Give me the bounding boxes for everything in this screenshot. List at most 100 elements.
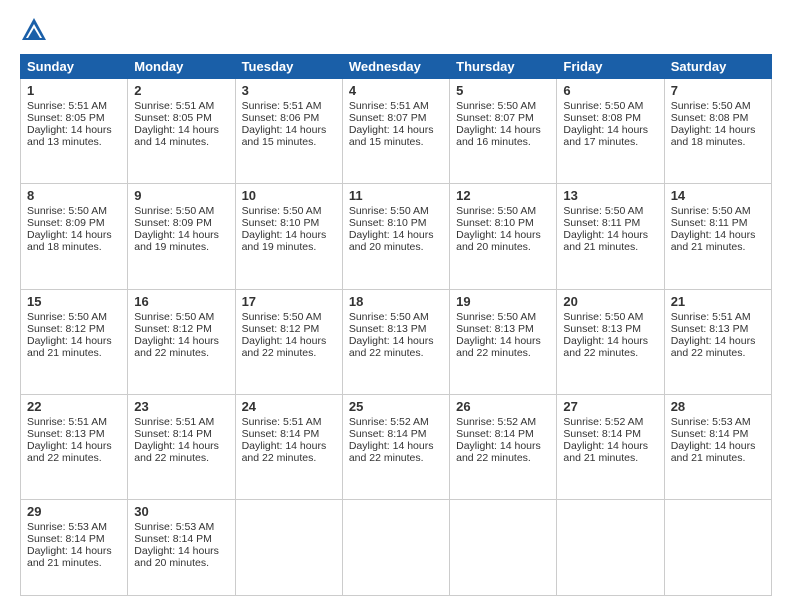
day-info: Daylight: 14 hours xyxy=(27,440,121,452)
logo xyxy=(20,16,52,44)
day-info: Sunset: 8:13 PM xyxy=(349,323,443,335)
day-info: Sunset: 8:06 PM xyxy=(242,112,336,124)
weekday-header: Wednesday xyxy=(342,55,449,79)
day-number: 19 xyxy=(456,294,550,309)
day-info: and 18 minutes. xyxy=(671,136,765,148)
day-number: 27 xyxy=(563,399,657,414)
day-info: and 15 minutes. xyxy=(242,136,336,148)
day-info: and 22 minutes. xyxy=(242,347,336,359)
calendar-cell: 9Sunrise: 5:50 AMSunset: 8:09 PMDaylight… xyxy=(128,184,235,289)
day-info: Sunset: 8:11 PM xyxy=(671,217,765,229)
day-info: Daylight: 14 hours xyxy=(134,124,228,136)
day-info: Sunrise: 5:50 AM xyxy=(671,205,765,217)
day-info: Sunset: 8:14 PM xyxy=(134,533,228,545)
weekday-header: Sunday xyxy=(21,55,128,79)
day-info: Daylight: 14 hours xyxy=(349,124,443,136)
weekday-header: Saturday xyxy=(664,55,771,79)
day-number: 5 xyxy=(456,83,550,98)
day-number: 22 xyxy=(27,399,121,414)
calendar-cell: 29Sunrise: 5:53 AMSunset: 8:14 PMDayligh… xyxy=(21,500,128,596)
day-info: Daylight: 14 hours xyxy=(456,335,550,347)
calendar-cell: 4Sunrise: 5:51 AMSunset: 8:07 PMDaylight… xyxy=(342,79,449,184)
day-info: Sunrise: 5:50 AM xyxy=(671,100,765,112)
day-number: 24 xyxy=(242,399,336,414)
calendar-cell: 16Sunrise: 5:50 AMSunset: 8:12 PMDayligh… xyxy=(128,289,235,394)
day-info: Daylight: 14 hours xyxy=(456,124,550,136)
day-number: 29 xyxy=(27,504,121,519)
day-info: Sunrise: 5:50 AM xyxy=(563,205,657,217)
weekday-header: Friday xyxy=(557,55,664,79)
day-number: 26 xyxy=(456,399,550,414)
day-info: Sunset: 8:14 PM xyxy=(27,533,121,545)
calendar-cell: 17Sunrise: 5:50 AMSunset: 8:12 PMDayligh… xyxy=(235,289,342,394)
day-number: 1 xyxy=(27,83,121,98)
day-info: Daylight: 14 hours xyxy=(671,335,765,347)
day-info: Sunset: 8:12 PM xyxy=(134,323,228,335)
calendar-cell: 24Sunrise: 5:51 AMSunset: 8:14 PMDayligh… xyxy=(235,394,342,499)
day-info: Sunset: 8:13 PM xyxy=(563,323,657,335)
day-info: Sunset: 8:14 PM xyxy=(134,428,228,440)
day-info: Daylight: 14 hours xyxy=(671,440,765,452)
day-info: Sunrise: 5:50 AM xyxy=(456,100,550,112)
day-info: Daylight: 14 hours xyxy=(671,229,765,241)
day-info: Daylight: 14 hours xyxy=(563,440,657,452)
day-info: and 15 minutes. xyxy=(349,136,443,148)
calendar-cell: 19Sunrise: 5:50 AMSunset: 8:13 PMDayligh… xyxy=(450,289,557,394)
day-info: Sunrise: 5:50 AM xyxy=(349,311,443,323)
calendar-cell: 15Sunrise: 5:50 AMSunset: 8:12 PMDayligh… xyxy=(21,289,128,394)
day-number: 11 xyxy=(349,188,443,203)
calendar-cell: 21Sunrise: 5:51 AMSunset: 8:13 PMDayligh… xyxy=(664,289,771,394)
day-info: Sunrise: 5:51 AM xyxy=(27,416,121,428)
day-info: Sunrise: 5:52 AM xyxy=(456,416,550,428)
day-info: Sunset: 8:11 PM xyxy=(563,217,657,229)
day-info: Sunset: 8:08 PM xyxy=(671,112,765,124)
day-number: 4 xyxy=(349,83,443,98)
day-info: Sunrise: 5:50 AM xyxy=(349,205,443,217)
day-info: Sunset: 8:14 PM xyxy=(242,428,336,440)
calendar-cell: 13Sunrise: 5:50 AMSunset: 8:11 PMDayligh… xyxy=(557,184,664,289)
calendar-cell: 7Sunrise: 5:50 AMSunset: 8:08 PMDaylight… xyxy=(664,79,771,184)
day-info: and 20 minutes. xyxy=(456,241,550,253)
day-info: Sunrise: 5:50 AM xyxy=(456,205,550,217)
day-info: and 22 minutes. xyxy=(456,347,550,359)
day-info: Sunrise: 5:50 AM xyxy=(242,311,336,323)
day-info: Sunset: 8:12 PM xyxy=(27,323,121,335)
day-info: Daylight: 14 hours xyxy=(27,335,121,347)
day-number: 25 xyxy=(349,399,443,414)
day-info: Sunset: 8:12 PM xyxy=(242,323,336,335)
day-number: 14 xyxy=(671,188,765,203)
day-info: and 22 minutes. xyxy=(349,452,443,464)
day-info: and 16 minutes. xyxy=(456,136,550,148)
day-info: Sunset: 8:14 PM xyxy=(563,428,657,440)
day-info: Daylight: 14 hours xyxy=(242,440,336,452)
page: SundayMondayTuesdayWednesdayThursdayFrid… xyxy=(0,0,792,612)
day-info: Daylight: 14 hours xyxy=(134,229,228,241)
calendar-cell xyxy=(235,500,342,596)
day-info: and 20 minutes. xyxy=(134,557,228,569)
day-info: Daylight: 14 hours xyxy=(242,229,336,241)
day-info: Daylight: 14 hours xyxy=(671,124,765,136)
day-info: Daylight: 14 hours xyxy=(456,440,550,452)
day-info: and 22 minutes. xyxy=(242,452,336,464)
calendar-cell: 25Sunrise: 5:52 AMSunset: 8:14 PMDayligh… xyxy=(342,394,449,499)
day-info: Sunset: 8:07 PM xyxy=(349,112,443,124)
calendar-cell: 1Sunrise: 5:51 AMSunset: 8:05 PMDaylight… xyxy=(21,79,128,184)
day-info: Sunset: 8:07 PM xyxy=(456,112,550,124)
day-info: and 21 minutes. xyxy=(563,452,657,464)
day-info: Sunset: 8:05 PM xyxy=(27,112,121,124)
day-info: and 22 minutes. xyxy=(27,452,121,464)
day-info: Sunrise: 5:50 AM xyxy=(27,205,121,217)
calendar-cell: 27 Sunrise: 5:52 AMSunset: 8:14 PMDayligh… xyxy=(557,394,664,499)
day-info: and 21 minutes. xyxy=(671,452,765,464)
day-info: Sunrise: 5:50 AM xyxy=(563,100,657,112)
day-info: Sunrise: 5:50 AM xyxy=(134,311,228,323)
day-info: Sunrise: 5:52 AM xyxy=(563,416,657,428)
calendar-cell: 12Sunrise: 5:50 AMSunset: 8:10 PMDayligh… xyxy=(450,184,557,289)
day-info: and 22 minutes. xyxy=(671,347,765,359)
weekday-header: Monday xyxy=(128,55,235,79)
header xyxy=(20,16,772,44)
calendar-cell: 26Sunrise: 5:52 AMSunset: 8:14 PMDayligh… xyxy=(450,394,557,499)
day-number: 23 xyxy=(134,399,228,414)
day-info: Daylight: 14 hours xyxy=(563,229,657,241)
day-number: 2 xyxy=(134,83,228,98)
